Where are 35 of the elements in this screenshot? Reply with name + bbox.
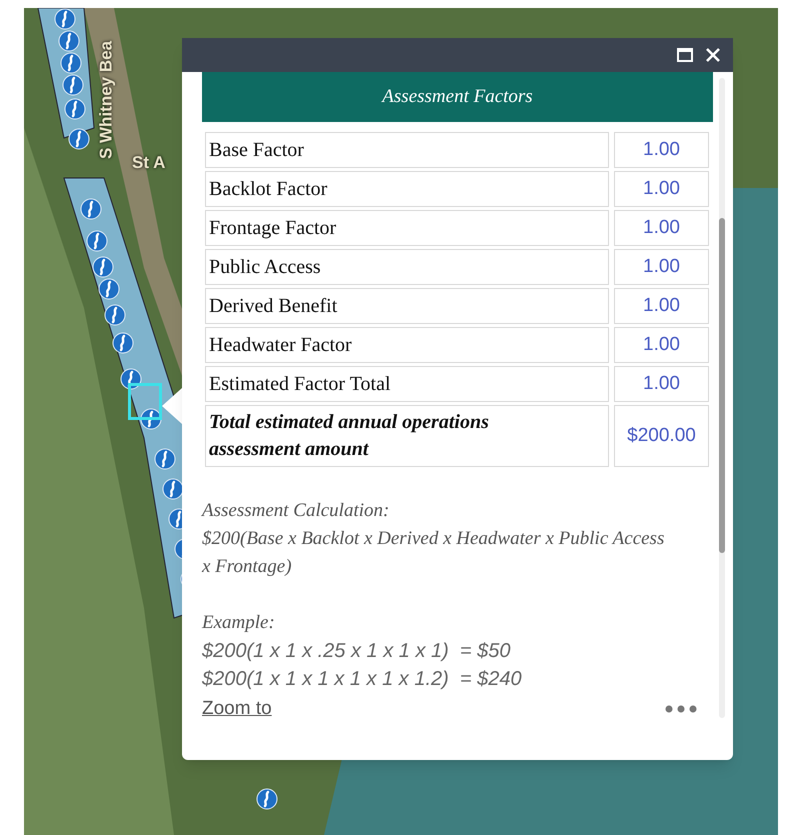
place-label: St A [132, 152, 166, 174]
factor-value-cell: 1.00 [614, 327, 709, 363]
example-heading: Example: [202, 611, 276, 635]
factor-label-cell: Backlot Factor [205, 171, 609, 207]
map-pin-icon[interactable] [98, 278, 120, 300]
road-label: S Whitney Bea [95, 40, 116, 160]
example-line: $200(1 x 1 x 1 x 1 x 1 x 1.2) = $240 [202, 667, 523, 692]
section-title: Assessment Factors [202, 72, 713, 122]
scrollbar[interactable] [719, 78, 725, 718]
factor-value-cell: 1.00 [614, 288, 709, 324]
factor-value-cell: 1.00 [614, 366, 709, 402]
example-line: $200(1 x 1 x .25 x 1 x 1 x 1) = $50 [202, 639, 512, 664]
map-pin-icon[interactable] [92, 256, 114, 278]
scrollbar-thumb[interactable] [719, 218, 725, 553]
factor-label-cell: Headwater Factor [205, 327, 609, 363]
close-icon[interactable] [705, 47, 721, 63]
calculation-heading: Assessment Calculation: [202, 499, 390, 523]
more-options-icon[interactable] [665, 705, 697, 714]
factor-label-cell: Frontage Factor [205, 210, 609, 246]
factor-value-cell: $200.00 [614, 405, 709, 467]
factor-value-cell: 1.00 [614, 210, 709, 246]
factor-label-cell: Estimated Factor Total [205, 366, 609, 402]
factor-label-cell: Public Access [205, 249, 609, 285]
calculation-formula: $200(Base x Backlot x Derived x Headwater x Public Access x Frontage) [202, 527, 666, 579]
factor-label-cell: Base Factor [205, 132, 609, 168]
factor-value-cell: 1.00 [614, 132, 709, 168]
map-pin-icon[interactable] [54, 8, 76, 30]
factor-label-cell: Total estimated annual operations assessment amount [205, 405, 609, 467]
factor-value-cell: 1.00 [614, 171, 709, 207]
zoom-to-link[interactable]: Zoom to [202, 695, 272, 724]
factor-label-cell: Derived Benefit [205, 288, 609, 324]
selected-parcel-outline [128, 383, 162, 420]
satellite-map[interactable] [24, 8, 778, 835]
factor-value-cell: 1.00 [614, 249, 709, 285]
maximize-icon[interactable] [677, 48, 693, 62]
